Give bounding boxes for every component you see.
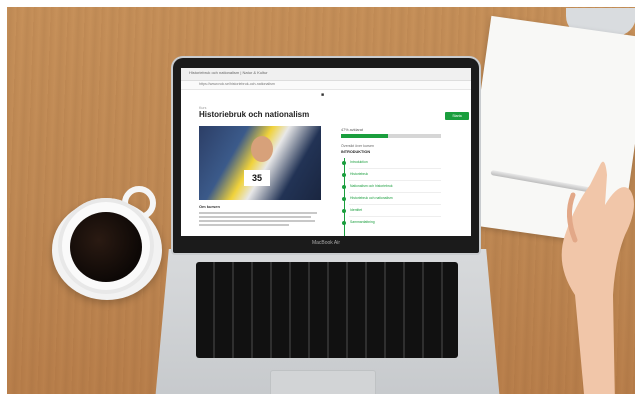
step-label: Historiebruk	[350, 172, 369, 176]
coffee	[70, 212, 142, 282]
divider	[349, 204, 441, 205]
hero-image: 35	[199, 126, 321, 200]
step-label: Sammanfattning	[350, 220, 375, 224]
start-button[interactable]: Starta	[445, 112, 469, 120]
laptop-screen: Historiebruk och nationalism | Natur & K…	[181, 68, 471, 236]
laptop-model-label: MacBook Air	[311, 240, 341, 246]
divider	[349, 216, 441, 217]
step-dot-icon	[342, 173, 346, 177]
progress-fill	[341, 134, 388, 138]
intro-label: INTRODUKTION	[341, 150, 371, 154]
browser-tab-bar: Historiebruk och nationalism | Natur & K…	[181, 68, 471, 81]
divider	[349, 168, 441, 169]
step-label: Historiebruk och nationalism	[350, 196, 393, 200]
divider	[349, 180, 441, 181]
divider	[349, 192, 441, 193]
browser-tab[interactable]: Historiebruk och nationalism | Natur & K…	[189, 70, 268, 75]
step-label: Nationalism och historiebruk	[350, 184, 393, 188]
step-dot-icon	[342, 221, 346, 225]
step-label: Introduktion	[350, 160, 368, 164]
article-heading: Om kursen	[199, 204, 220, 209]
page-title: Historiebruk och nationalism	[199, 110, 310, 119]
article-text	[199, 212, 319, 228]
trackpad	[270, 370, 376, 401]
desk-scene: MacBook Air Historiebruk och nationalism…	[0, 0, 642, 401]
bib-number: 35	[244, 170, 270, 186]
step-dot-icon	[342, 197, 346, 201]
url-text: https://www.nok.se/historiebruk-och-nati…	[199, 82, 275, 86]
keyboard	[196, 262, 458, 358]
step-dot-icon	[342, 185, 346, 189]
hand	[561, 161, 634, 401]
step-dot-icon	[342, 161, 346, 165]
athlete-face	[251, 136, 273, 162]
section-label: Översikt över kursen	[341, 144, 374, 148]
progress-label: 47% avklarat	[341, 128, 363, 132]
site-logo-icon[interactable]: ■	[321, 92, 324, 98]
progress-bar	[341, 134, 441, 138]
step-dot-icon	[342, 209, 346, 213]
step-label: Identitet	[350, 208, 363, 212]
address-bar[interactable]: https://www.nok.se/historiebruk-och-nati…	[181, 81, 471, 90]
